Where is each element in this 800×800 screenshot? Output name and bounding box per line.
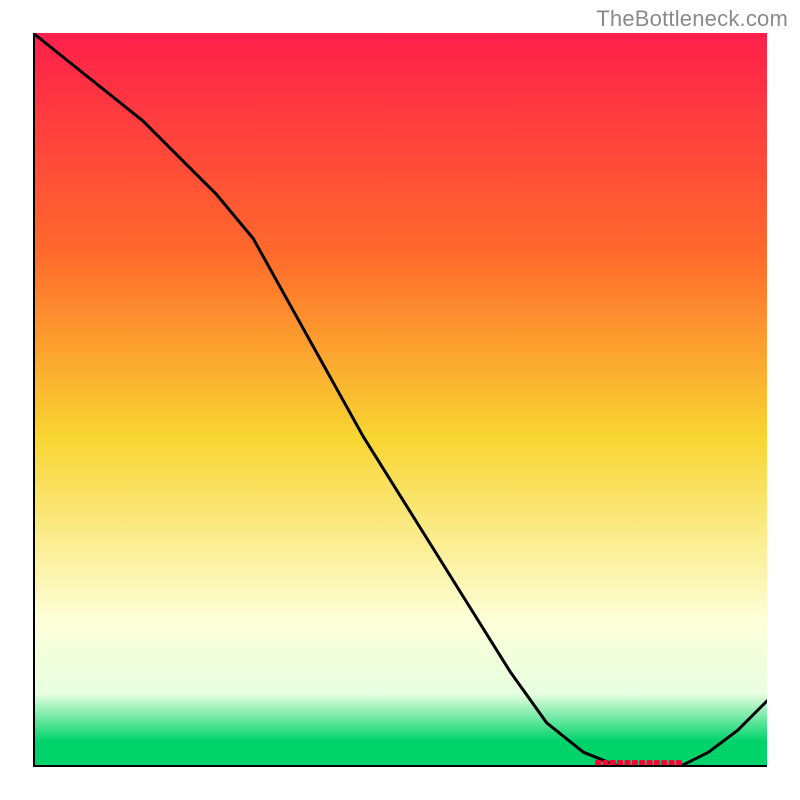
plot-area — [33, 33, 767, 767]
watermark-text: TheBottleneck.com — [596, 6, 788, 32]
chart-frame: TheBottleneck.com — [0, 0, 800, 800]
chart-svg — [33, 33, 767, 767]
gradient-background — [33, 33, 767, 767]
